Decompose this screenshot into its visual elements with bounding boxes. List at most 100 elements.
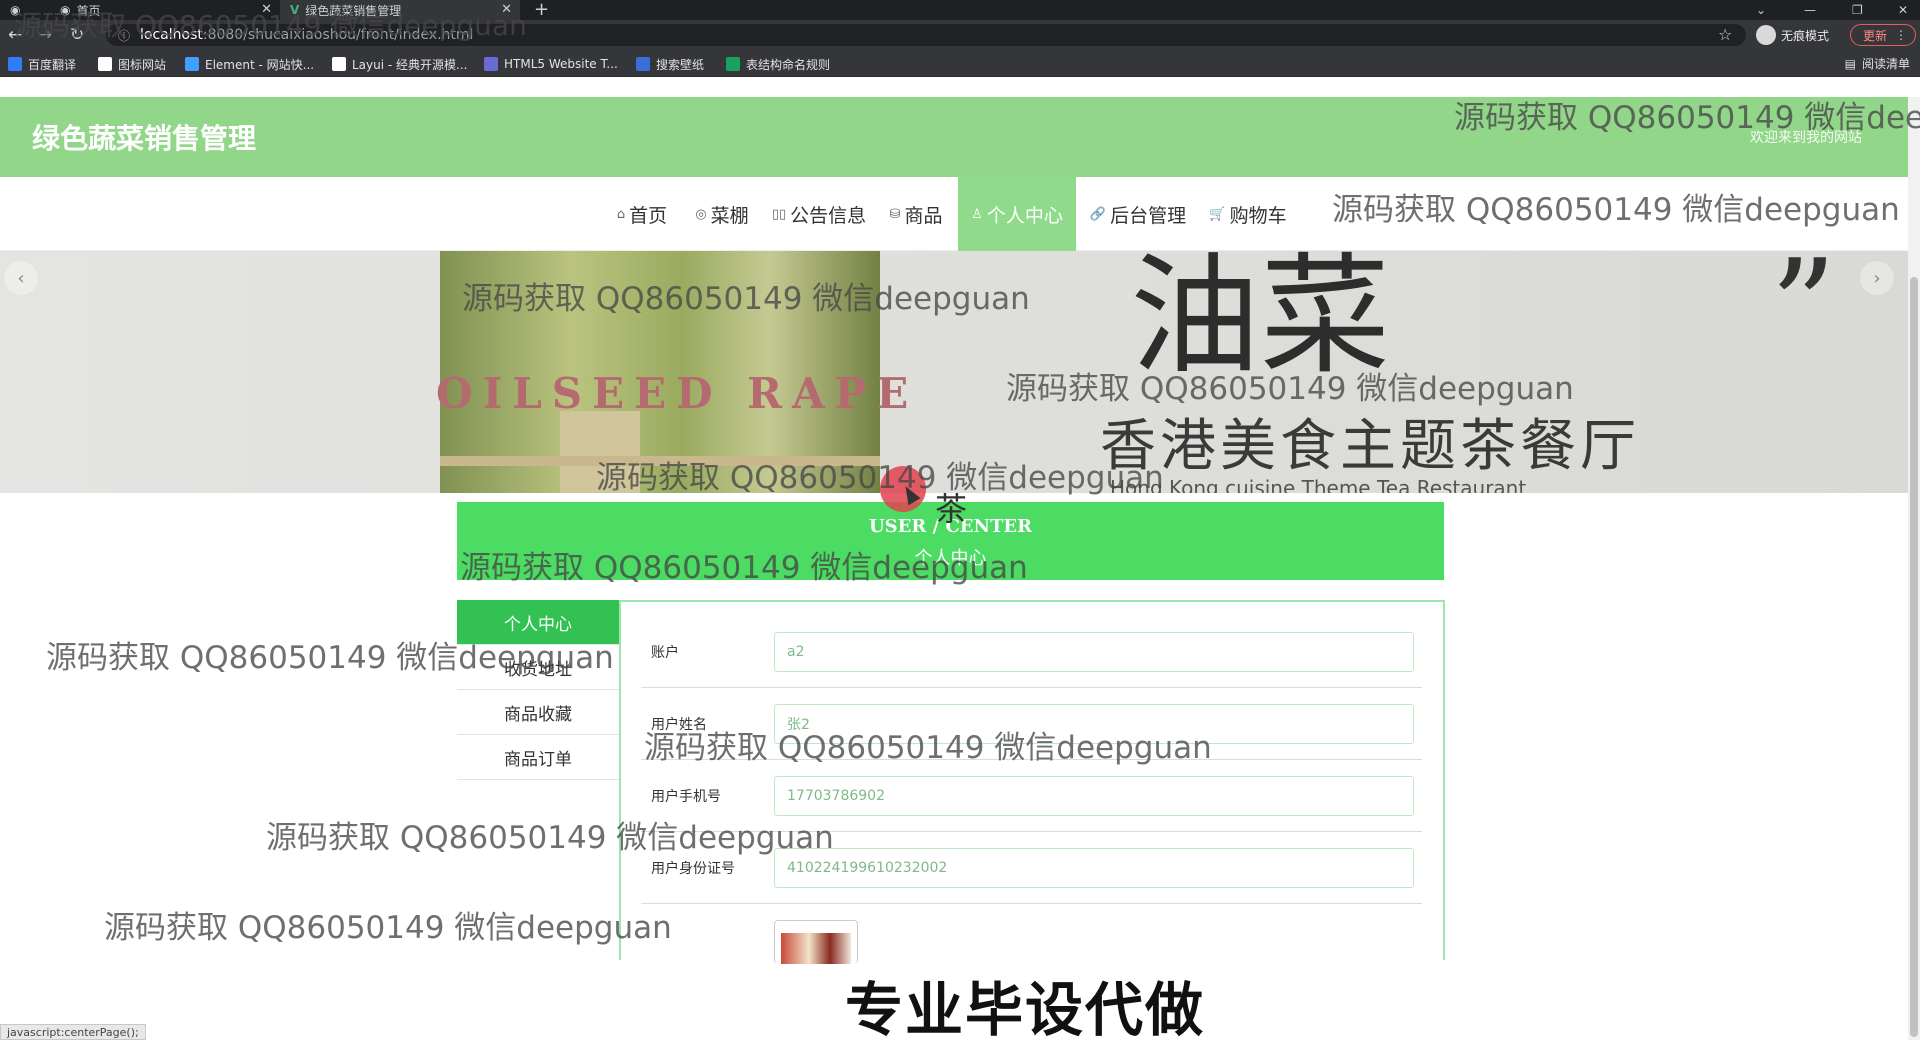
field-label: 用户身份证号 [651, 861, 735, 877]
nav-label: 首页 [629, 204, 668, 227]
site-header: 绿色蔬菜销售管理 欢迎来到我的网站 [0, 97, 1908, 177]
bookmark-item[interactable]: 搜索壁纸 [636, 55, 704, 73]
profile-form: 账户 a2 用户姓名 张2 用户手机号 17703786902 用户身份证号 4… [619, 600, 1445, 964]
nav-greenhouse[interactable]: ◎ 菜棚 [690, 177, 754, 251]
nav-label: 购物车 [1229, 204, 1287, 227]
side-item-address[interactable]: 收货地址 [457, 645, 619, 690]
close-icon[interactable]: ✕ [261, 2, 272, 17]
nav-home[interactable]: ⌂ 首页 [612, 177, 672, 251]
nav-products[interactable]: ⛁ 商品 [884, 177, 948, 251]
carousel-next-icon[interactable]: › [1860, 261, 1894, 295]
scrollbar-thumb[interactable] [1910, 277, 1918, 1037]
user-side-menu: 个人中心 收货地址 商品收藏 商品订单 [457, 600, 619, 780]
screen: ◉ ◉ 首页 ✕ V 绿色蔬菜销售管理 ✕ + ⌄ — ❐ ✕ ← → ↻ ⓘ … [0, 0, 1920, 1040]
stray-character: 茶 [935, 490, 968, 528]
nav-notices[interactable]: ▯▯ 公告信息 [768, 177, 870, 251]
form-row-name: 用户姓名 张2 [641, 688, 1422, 760]
bookmark-star-icon[interactable]: ☆ [1718, 25, 1732, 44]
update-button[interactable]: 更新 ⋮ [1850, 24, 1916, 46]
nav-user-center[interactable]: ♙ 个人中心 [958, 177, 1076, 251]
site-title: 绿色蔬菜销售管理 [32, 122, 257, 155]
greenhouse-icon: ◎ [695, 206, 707, 222]
name-field[interactable]: 张2 [774, 704, 1414, 744]
url-host: localhost [140, 27, 203, 43]
bookmark-icon [484, 57, 498, 71]
page-scrollbar[interactable] [1908, 97, 1920, 1040]
info-icon[interactable]: ⓘ [118, 27, 130, 44]
vue-icon: V [290, 3, 300, 17]
home-icon: ⌂ [616, 206, 626, 222]
form-row-account: 账户 a2 [641, 616, 1422, 688]
bookmark-icon [185, 57, 199, 71]
banner-left-text: OILSEED RAPE [436, 369, 919, 418]
side-item-profile[interactable]: 个人中心 [457, 600, 619, 645]
hero-banner: OILSEED RAPE 油菜 ” 香港美食主题茶餐厅 Hong Kong cu… [0, 251, 1908, 493]
side-item-orders[interactable]: 商品订单 [457, 735, 619, 780]
url-field[interactable]: ⓘ localhost :8080/shucaixiaoshou/front/i… [106, 24, 1746, 46]
bookmark-item[interactable]: 百度翻译 [8, 55, 76, 73]
window-close-icon[interactable]: ✕ [1898, 0, 1908, 20]
browser-menu-tab[interactable]: ◉ [0, 0, 50, 20]
globe-icon: ◉ [60, 3, 71, 17]
nav-label: 个人中心 [986, 204, 1063, 227]
phone-field[interactable]: 17703786902 [774, 776, 1414, 816]
incognito-indicator[interactable]: 无痕模式 [1756, 24, 1829, 46]
reload-icon[interactable]: ↻ [70, 25, 84, 45]
side-item-favorites[interactable]: 商品收藏 [457, 690, 619, 735]
reading-list-icon: ▤ [1844, 56, 1856, 71]
nav-label: 公告信息 [790, 204, 867, 227]
avatar-upload[interactable] [774, 920, 858, 964]
bookmark-label: Layui - 经典开源模... [352, 57, 468, 72]
bookmark-icon [98, 57, 112, 71]
nav-cart[interactable]: 🛒 购物车 [1206, 177, 1290, 251]
user-icon: ♙ [971, 206, 983, 222]
bookmark-item[interactable]: Element - 网站快... [185, 55, 314, 73]
account-field[interactable]: a2 [774, 632, 1414, 672]
banner-sub-en: Hong Kong cuisine Theme Tea Restaurant [1110, 476, 1527, 493]
video-caption: 专业毕设代做 [844, 976, 1205, 1040]
main-nav: ⌂ 首页 ◎ 菜棚 ▯▯ 公告信息 ⛁ 商品 ♙ 个人中心 🔗 后台管理 🛒 购… [0, 177, 1908, 251]
bookmark-item[interactable]: 表结构命名规则 [726, 55, 830, 73]
incognito-icon [1756, 25, 1776, 45]
nav-label: 商品 [904, 204, 943, 227]
form-row-id-card: 用户身份证号 410224199610232002 [641, 832, 1422, 904]
restore-icon[interactable]: ❐ [1852, 0, 1863, 20]
tab-title: 绿色蔬菜销售管理 [305, 3, 402, 18]
field-label: 用户手机号 [651, 789, 721, 805]
address-toolbar: ← → ↻ ⓘ localhost :8080/shucaixiaoshou/f… [0, 20, 1920, 50]
avatar-image [781, 933, 851, 964]
banner-rope [440, 456, 880, 466]
nav-label: 后台管理 [1110, 204, 1187, 227]
tab-title: 首页 [76, 3, 101, 18]
chevron-down-icon[interactable]: ⌄ [1756, 0, 1766, 20]
bookmark-item[interactable]: HTML5 Website T... [484, 55, 618, 73]
link-icon: 🔗 [1089, 206, 1107, 222]
nav-label: 菜棚 [710, 204, 749, 227]
nav-admin[interactable]: 🔗 后台管理 [1086, 177, 1190, 251]
notice-icon: ▯▯ [771, 206, 787, 222]
new-tab-icon[interactable]: + [534, 0, 549, 20]
bookmark-icon [726, 57, 740, 71]
id-card-field[interactable]: 410224199610232002 [774, 848, 1414, 888]
bookmark-icon [332, 57, 346, 71]
bookmark-item[interactable]: Layui - 经典开源模... [332, 55, 467, 73]
field-label: 账户 [651, 645, 679, 661]
url-path: :8080/shucaixiaoshou/front/index.html [202, 27, 474, 43]
browser-tab-home[interactable]: ◉ 首页 ✕ [50, 0, 280, 20]
minimize-icon[interactable]: — [1804, 0, 1816, 20]
bookmark-item[interactable]: 图标网站 [98, 55, 166, 73]
reading-list-label: 阅读清单 [1861, 57, 1910, 71]
carousel-prev-icon[interactable]: ‹ [4, 261, 38, 295]
bookmark-label: 图标网站 [118, 57, 167, 72]
browser-tab-app[interactable]: V 绿色蔬菜销售管理 ✕ [280, 0, 520, 20]
update-label: 更新 [1863, 28, 1888, 43]
product-icon: ⛁ [889, 206, 901, 222]
bookmark-icon [636, 57, 650, 71]
globe-icon: ◉ [10, 3, 21, 17]
close-icon[interactable]: ✕ [501, 2, 512, 17]
reading-list[interactable]: ▤ 阅读清单 [1845, 55, 1910, 72]
back-icon[interactable]: ← [8, 25, 22, 45]
user-center-title-cn: 个人中心 [914, 548, 987, 569]
bookmark-label: Element - 网站快... [205, 57, 315, 72]
forward-icon[interactable]: → [38, 25, 52, 45]
